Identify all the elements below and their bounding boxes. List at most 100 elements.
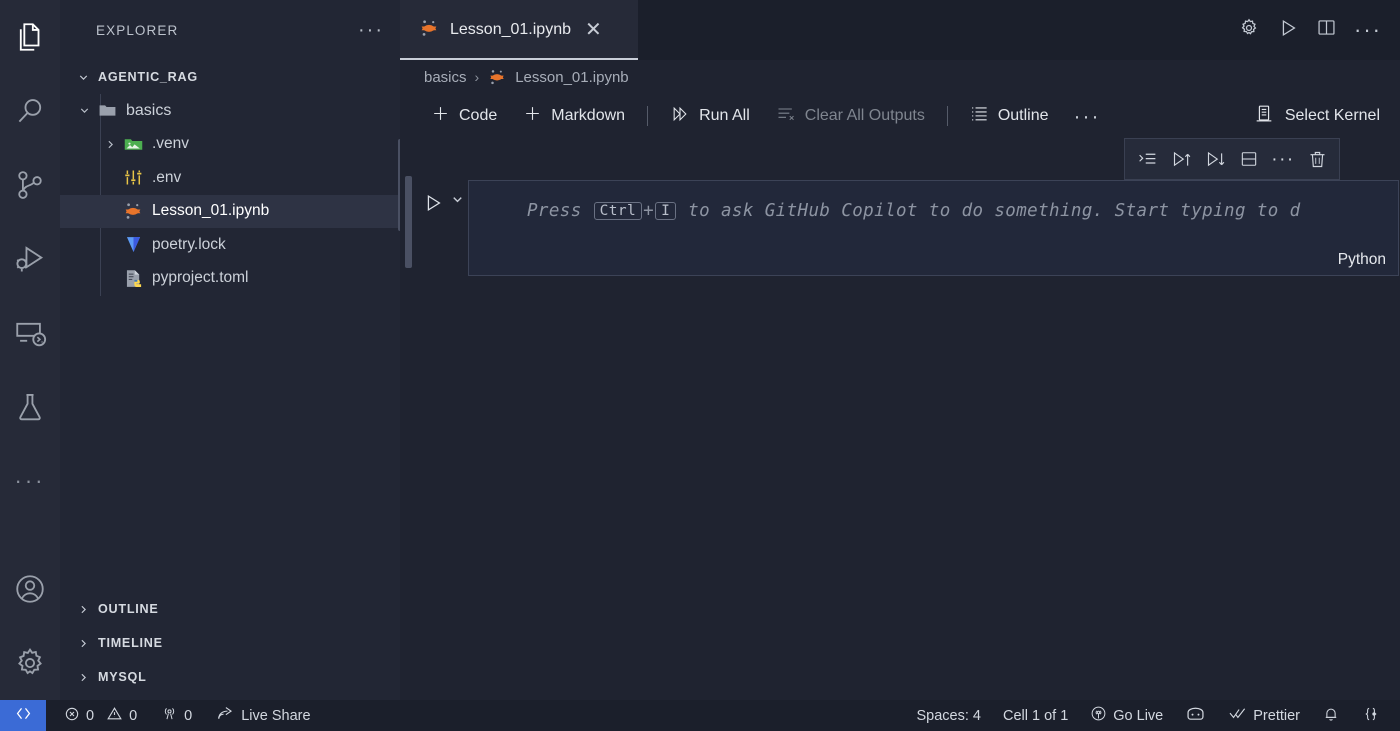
tree-item-label: .env — [152, 168, 182, 186]
source-control-icon — [13, 168, 47, 202]
copilot-icon — [1185, 703, 1206, 728]
status-prettier[interactable]: Prettier — [1218, 700, 1310, 731]
split-cell-icon[interactable] — [1235, 145, 1263, 173]
run-by-line-icon[interactable] — [1133, 145, 1161, 173]
ellipsis-icon: ··· — [14, 468, 46, 493]
kernel-icon — [1253, 103, 1275, 130]
gear-icon — [13, 646, 47, 680]
add-code-cell-button[interactable]: Code — [418, 99, 510, 133]
status-copilot[interactable] — [1175, 700, 1216, 731]
activity-item-settings[interactable] — [0, 626, 60, 700]
file-tree: basics .venv .env Lesson_01.ipynb poetry… — [60, 94, 400, 592]
breadcrumb-file[interactable]: Lesson_01.ipynb — [515, 69, 628, 86]
activity-item-testing[interactable] — [0, 370, 60, 444]
activity-item-accounts[interactable] — [0, 552, 60, 626]
chevron-down-icon — [74, 104, 94, 117]
status-notifications[interactable] — [1312, 700, 1350, 731]
section-label: MYSQL — [98, 670, 147, 684]
activity-bar-bottom — [0, 552, 60, 700]
activity-item-additional-views[interactable]: ··· — [0, 444, 60, 518]
run-all-button[interactable]: Run All — [657, 99, 763, 133]
jupyter-icon — [487, 67, 507, 87]
tree-item-env[interactable]: .env — [60, 161, 400, 195]
notebook-more-actions-icon[interactable]: ··· — [1062, 106, 1113, 127]
editor-actions: ··· — [1238, 0, 1400, 60]
jupyter-icon — [120, 200, 146, 222]
tree-item-label: basics — [126, 101, 172, 119]
plus-icon — [431, 104, 450, 128]
live-share-label: Live Share — [241, 707, 311, 724]
status-go-live[interactable]: Go Live — [1080, 700, 1173, 731]
section-header-outline[interactable]: OUTLINE — [60, 592, 400, 626]
add-markdown-label: Markdown — [551, 107, 626, 124]
select-kernel-button[interactable]: Select Kernel — [1253, 103, 1400, 130]
workspace-name: AGENTIC_RAG — [98, 70, 198, 84]
run-above-icon[interactable] — [1167, 145, 1195, 173]
section-header-mysql[interactable]: MYSQL — [60, 660, 400, 694]
clear-all-outputs-icon — [776, 104, 796, 129]
status-ports[interactable]: 0 — [151, 700, 202, 731]
go-live-label: Go Live — [1113, 707, 1164, 724]
tree-item-pyproject-toml[interactable]: pyproject.toml — [60, 262, 400, 296]
toolbar-separator — [647, 106, 649, 126]
bell-icon — [1322, 705, 1340, 727]
tab-label: Lesson_01.ipynb — [450, 21, 571, 38]
gear-icon[interactable] — [1238, 17, 1260, 44]
chevron-down-icon — [74, 71, 92, 84]
more-editor-actions-icon[interactable]: ··· — [1354, 19, 1382, 41]
notebook-toolbar: Code Markdown Run All Clear All Outputs … — [400, 94, 1400, 138]
tree-item-venv[interactable]: .venv — [60, 128, 400, 162]
more-cell-actions-icon[interactable]: ··· — [1269, 145, 1297, 173]
breadcrumb-folder[interactable]: basics — [424, 69, 467, 86]
tree-item-label: .venv — [152, 135, 190, 153]
status-indentation[interactable]: Spaces: 4 — [906, 700, 991, 731]
status-cell-position[interactable]: Cell 1 of 1 — [993, 700, 1078, 731]
status-problems[interactable]: 0 0 — [54, 700, 147, 731]
live-share-icon — [216, 704, 235, 727]
broadcast-icon — [1090, 705, 1107, 726]
section-label: OUTLINE — [98, 602, 159, 616]
run-debug-icon — [13, 242, 47, 276]
plus-icon — [523, 104, 542, 128]
play-icon[interactable] — [1277, 17, 1299, 44]
notebook-cell-row: Press Ctrl + I to ask GitHub Copilot to do… — [400, 180, 1400, 276]
tree-item-basics[interactable]: basics — [60, 94, 400, 128]
cell-gutter — [400, 180, 468, 276]
code-cell[interactable]: Press Ctrl + I to ask GitHub Copilot to do… — [468, 180, 1399, 276]
section-header-timeline[interactable]: TIMELINE — [60, 626, 400, 660]
run-below-icon[interactable] — [1201, 145, 1229, 173]
status-live-share[interactable]: Live Share — [206, 700, 320, 731]
chevron-right-icon — [74, 637, 92, 650]
split-editor-icon[interactable] — [1316, 17, 1337, 43]
activity-item-remote-explorer[interactable] — [0, 296, 60, 370]
activity-item-run-and-debug[interactable] — [0, 222, 60, 296]
chevron-right-icon — [100, 138, 120, 151]
run-all-icon — [670, 104, 690, 129]
status-editor-state[interactable] — [1352, 700, 1390, 731]
sidebar-more-actions-icon[interactable]: ··· — [358, 20, 384, 40]
remote-explorer-icon — [13, 316, 47, 350]
warning-count: 0 — [129, 707, 138, 724]
add-markdown-cell-button[interactable]: Markdown — [510, 99, 638, 133]
tree-item-label: pyproject.toml — [152, 269, 249, 287]
outline-icon — [970, 104, 989, 128]
kbd-plus: + — [643, 201, 655, 221]
cell-collapse-chevron-icon[interactable] — [450, 192, 465, 212]
run-cell-button[interactable] — [422, 192, 444, 219]
remote-window-indicator[interactable] — [0, 700, 46, 731]
outline-button[interactable]: Outline — [957, 99, 1062, 133]
activity-item-search[interactable] — [0, 74, 60, 148]
tree-item-poetry-lock[interactable]: poetry.lock — [60, 228, 400, 262]
cell-language-label[interactable]: Python — [1338, 251, 1386, 269]
tab-lesson-01-ipynb[interactable]: Lesson_01.ipynb ✕ — [400, 0, 638, 60]
trash-icon[interactable] — [1303, 145, 1331, 173]
status-bar-left: 0 0 0 Live Share — [46, 700, 321, 731]
activity-item-explorer[interactable] — [0, 0, 60, 74]
close-icon[interactable]: ✕ — [585, 20, 602, 40]
workspace-section-header[interactable]: AGENTIC_RAG — [60, 60, 400, 94]
editor-area: Lesson_01.ipynb ✕ ··· basics › Lesson_01… — [400, 0, 1400, 700]
clear-all-outputs-button[interactable]: Clear All Outputs — [763, 99, 938, 133]
tree-item-lesson-01-ipynb[interactable]: Lesson_01.ipynb — [60, 194, 400, 228]
activity-item-source-control[interactable] — [0, 148, 60, 222]
files-icon — [13, 20, 47, 54]
